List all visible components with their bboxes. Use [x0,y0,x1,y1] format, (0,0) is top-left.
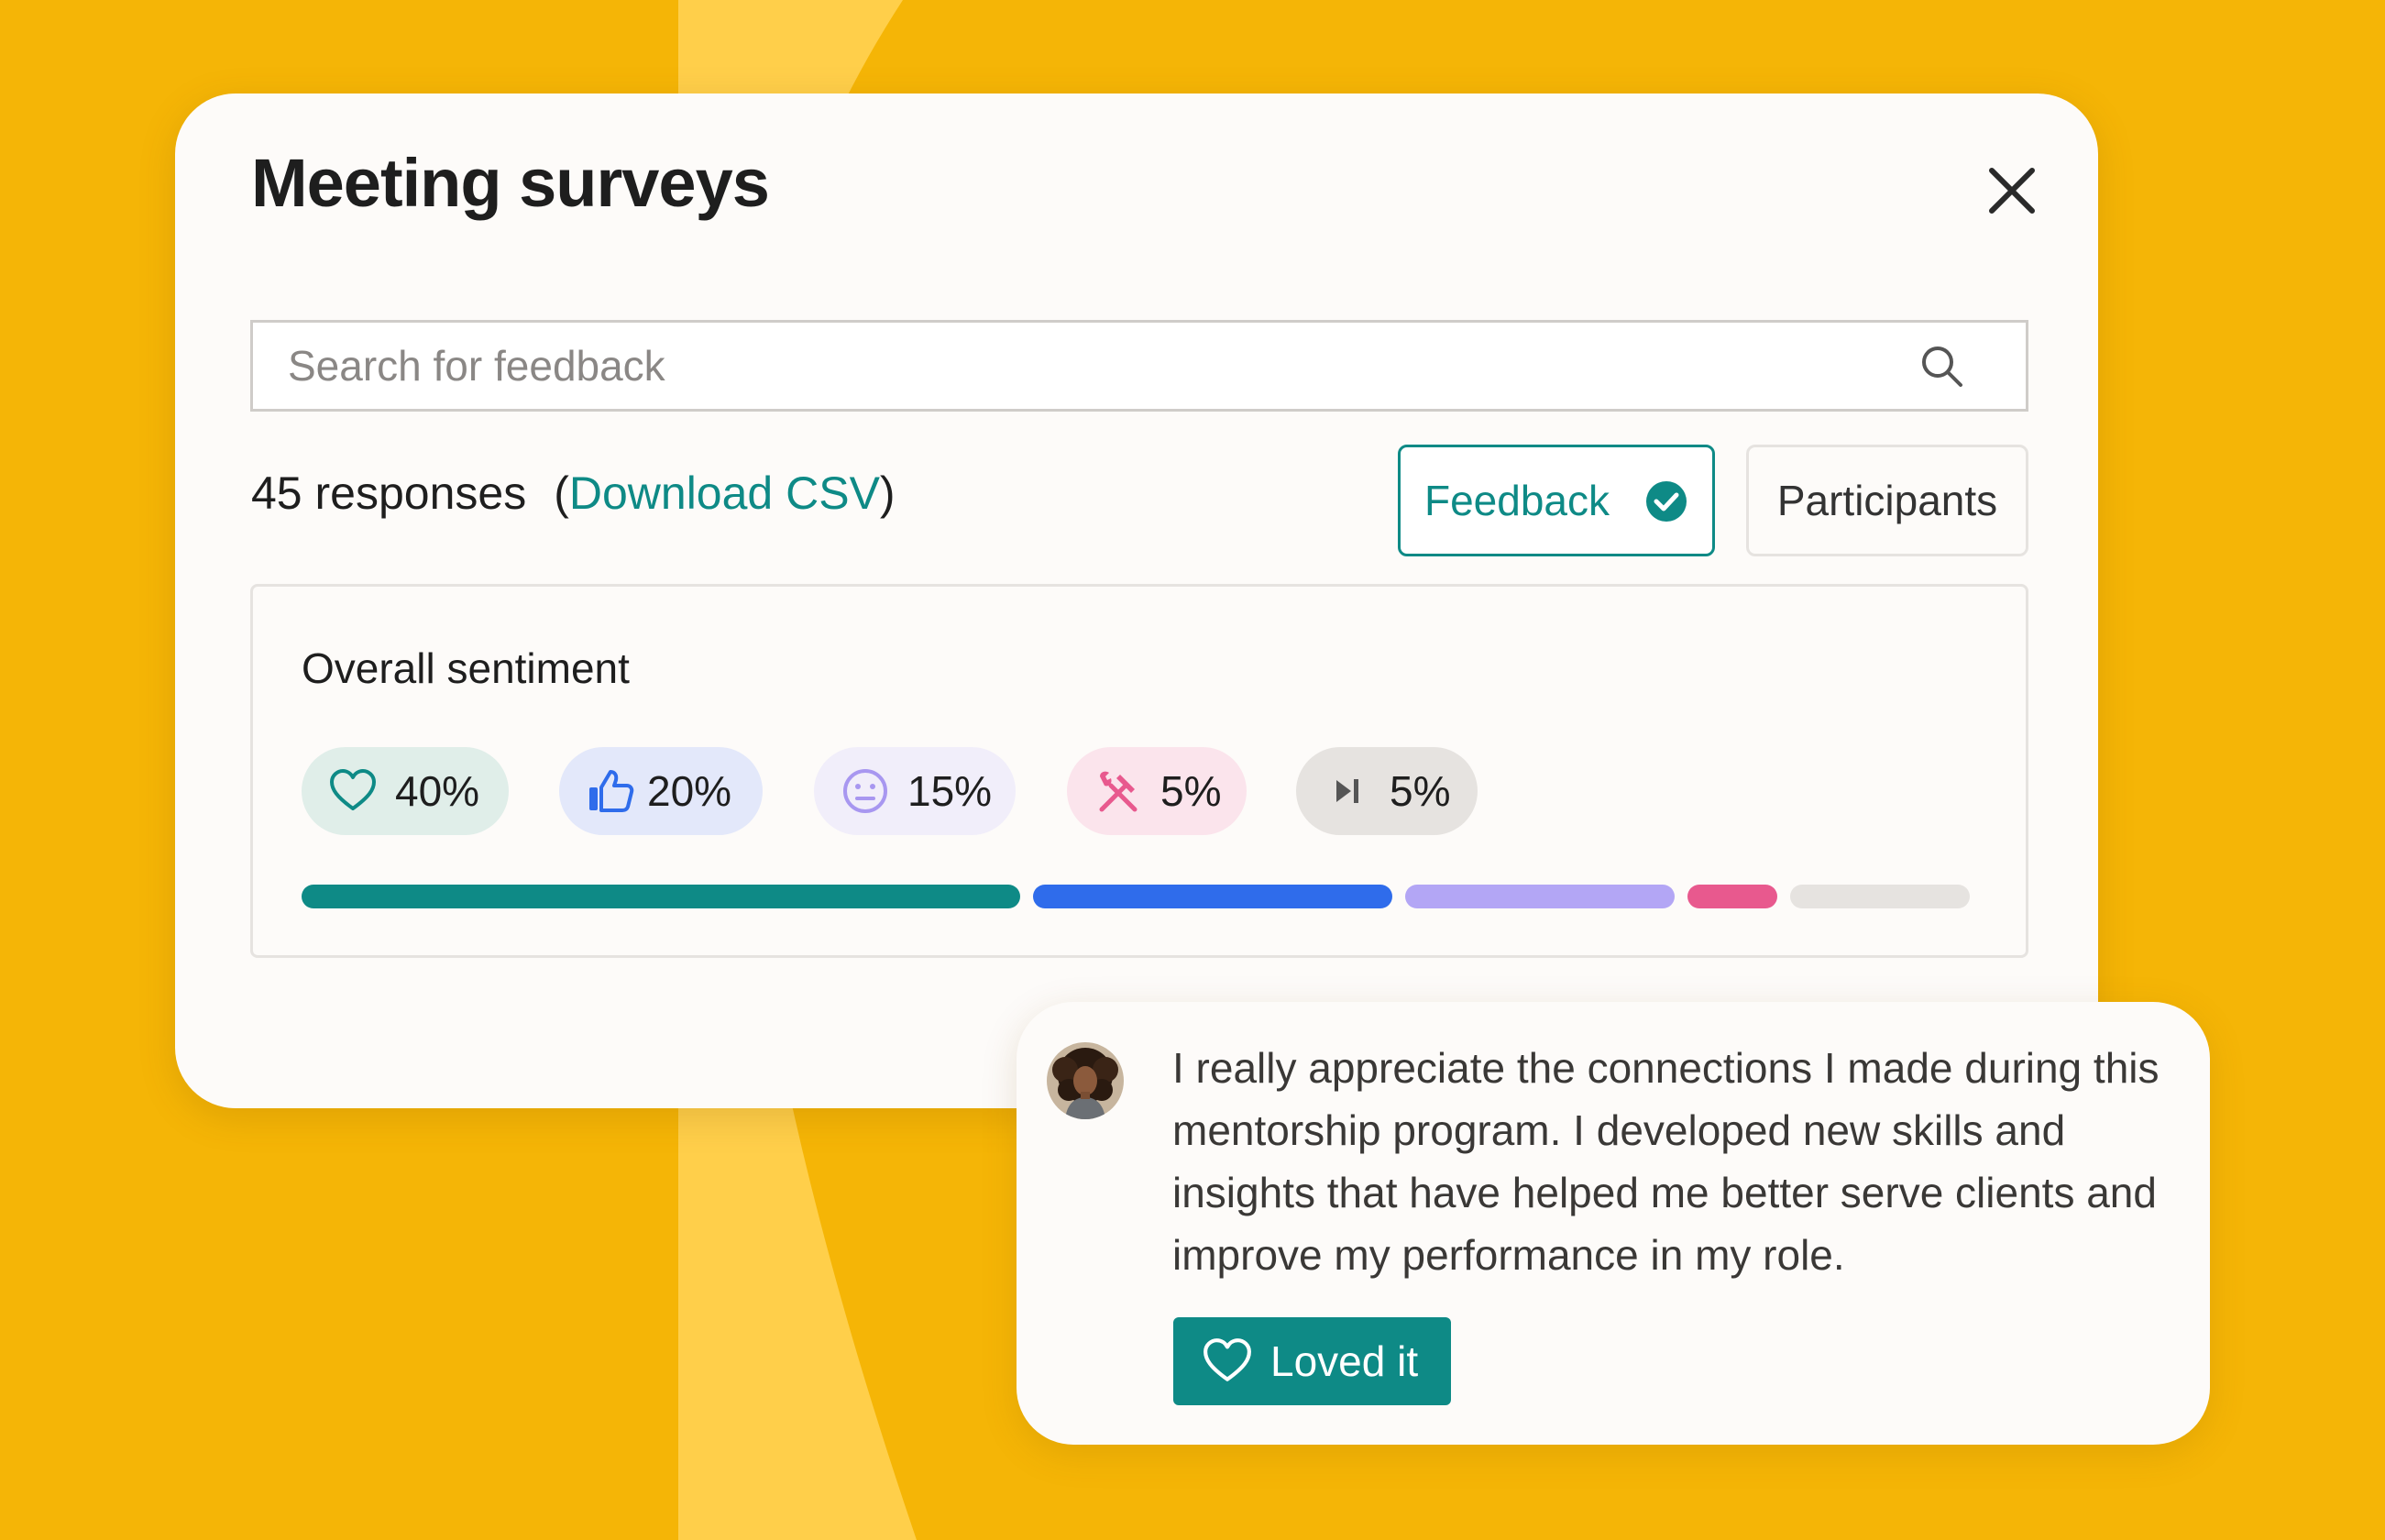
sentiment-pill-needs-work[interactable]: 5% [1067,747,1247,835]
paren-open: ( [554,468,569,519]
sentiment-bar-segment [302,885,1020,908]
close-button[interactable] [1979,158,2045,224]
sentiment-percent: 20% [647,767,732,815]
sentiment-title: Overall sentiment [302,644,630,692]
skip-icon [1336,779,1358,803]
search-icon[interactable] [1919,344,1965,390]
sentiment-pill-liked[interactable]: 20% [559,747,763,835]
tab-feedback[interactable]: Feedback [1398,445,1715,556]
tab-feedback-label: Feedback [1424,477,1610,524]
search-box[interactable] [250,320,2028,412]
download-csv-link[interactable]: Download CSV [569,468,880,519]
tab-participants[interactable]: Participants [1746,445,2028,556]
close-icon [1989,168,2035,214]
feedback-comment-card: I really appreciate the connections I ma… [1017,1002,2210,1445]
sentiment-bar-segment [1687,885,1777,908]
comment-text: I really appreciate the connections I ma… [1172,1044,2160,1279]
search-input[interactable] [288,323,1901,409]
tools-icon [1099,771,1138,812]
sentiment-pill-neutral[interactable]: 15% [814,747,1016,835]
sentiment-percent: 5% [1160,767,1222,815]
avatar [1047,1042,1124,1119]
neutral-face-icon [843,769,887,813]
sentiment-bar-segment [1790,885,1970,908]
loved-it-button[interactable]: Loved it [1173,1317,1451,1405]
sentiment-bar-segment [1033,885,1392,908]
sentiment-pill-skipped[interactable]: 5% [1296,747,1478,835]
sentiment-percent: 15% [907,767,993,815]
paren-close: ) [879,468,896,519]
heart-icon [1203,1338,1251,1381]
responses-count: 45 responses [251,468,527,519]
meeting-surveys-modal: Meeting surveys 45 responses (Download CS… [175,94,2098,1108]
sentiment-bar-segment [1405,885,1675,908]
responses-summary: 45 responses (Download CSV) [251,467,896,520]
thumbs-up-icon [589,770,634,812]
modal-title: Meeting surveys [251,145,770,221]
tab-participants-label: Participants [1776,477,1998,524]
sentiment-percent: 5% [1390,767,1451,815]
sentiment-percent: 40% [395,767,480,815]
check-circle-icon [1646,481,1687,522]
sentiment-pill-loved[interactable]: 40% [302,747,509,835]
loved-it-label: Loved it [1270,1337,1419,1385]
heart-icon [330,769,376,810]
overall-sentiment-card: Overall sentiment 40% 20% 15% 5% 5% [250,584,2028,958]
